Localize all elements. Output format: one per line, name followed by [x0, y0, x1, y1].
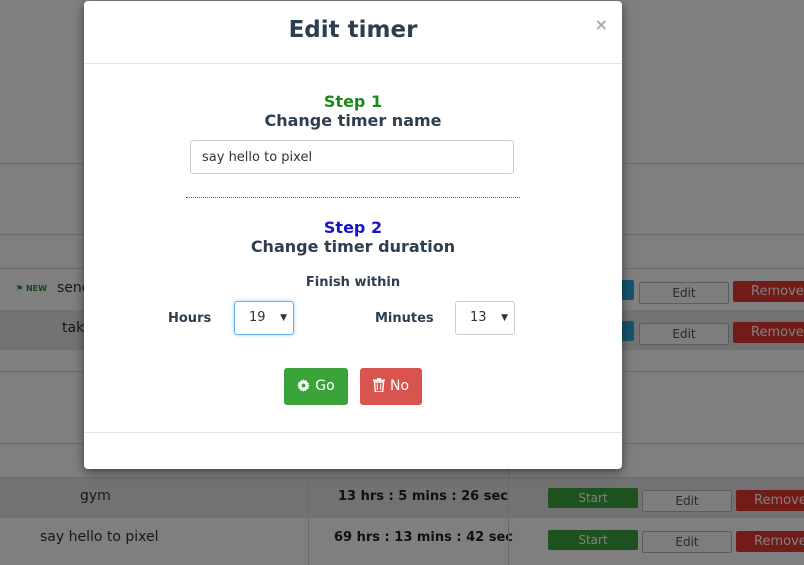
- step-divider: [186, 197, 520, 198]
- minutes-value: 13: [470, 310, 487, 325]
- go-button-label: Go: [315, 378, 335, 394]
- minutes-select[interactable]: 13 ▼: [455, 301, 515, 335]
- modal-header: Edit timer ×: [84, 1, 622, 64]
- gear-icon: [297, 379, 311, 392]
- hours-select[interactable]: 19 ▼: [234, 301, 294, 335]
- step1-section: Step 1 Change timer name: [84, 92, 622, 130]
- modal-footer-divider: [84, 432, 622, 433]
- modal-title: Edit timer: [288, 17, 418, 43]
- minutes-label: Minutes: [375, 311, 434, 326]
- go-button[interactable]: Go: [284, 368, 348, 405]
- no-button-label: No: [389, 378, 410, 394]
- no-button[interactable]: No: [360, 368, 422, 405]
- finish-within-label: Finish within: [305, 275, 401, 290]
- chevron-down-icon: ▼: [501, 313, 508, 323]
- close-icon[interactable]: ×: [595, 15, 608, 34]
- step1-label: Step 1: [323, 92, 383, 111]
- step2-title: Change timer duration: [250, 237, 456, 256]
- hours-value: 19: [249, 310, 266, 325]
- step1-title: Change timer name: [264, 111, 442, 130]
- hours-label: Hours: [168, 311, 212, 326]
- step2-section: Step 2 Change timer duration: [84, 218, 622, 256]
- timer-name-input[interactable]: [190, 140, 514, 174]
- chevron-down-icon: ▼: [280, 313, 287, 323]
- step2-label: Step 2: [323, 218, 383, 237]
- trash-icon: [372, 378, 385, 393]
- edit-timer-modal: Edit timer × Step 1 Change timer name St…: [84, 1, 622, 469]
